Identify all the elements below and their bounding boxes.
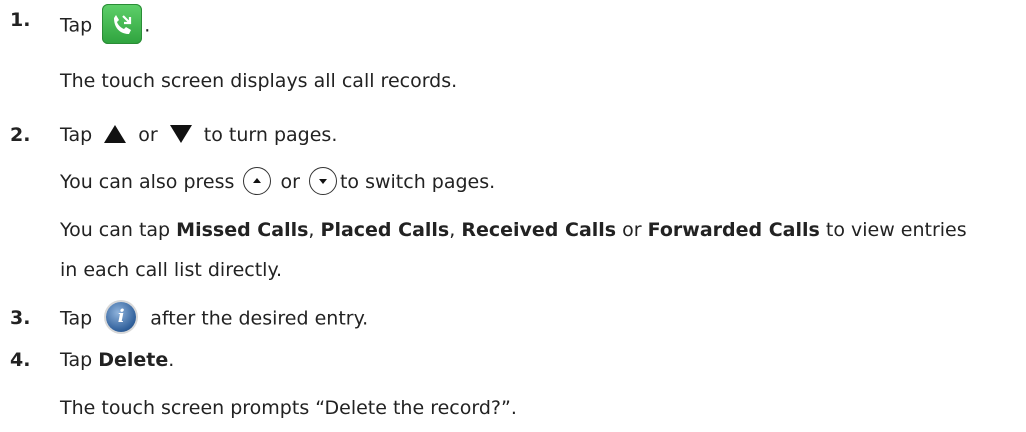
step-text: or: [622, 219, 642, 241]
step-text: Tap: [60, 349, 93, 371]
step-number: 3.: [10, 307, 31, 329]
delete-label: Delete: [98, 349, 169, 371]
step-number: 2.: [10, 124, 31, 146]
down-triangle-icon: [169, 124, 192, 143]
step-2-alt: You can also press or to switch pages.: [60, 166, 496, 197]
step-2-line: Tap or to turn pages.: [60, 121, 337, 149]
step-text: or: [138, 124, 158, 146]
step-text: to switch pages.: [339, 171, 496, 193]
step-text: .: [168, 349, 175, 371]
step-1-note: The touch screen displays all call recor…: [60, 70, 458, 92]
received-calls-label: Received Calls: [461, 219, 617, 241]
step-text: to view entries: [825, 219, 967, 241]
down-key-icon: [308, 166, 337, 195]
step-text: Tap: [60, 14, 93, 37]
call-history-icon: [102, 4, 143, 44]
forwarded-calls-label: Forwarded Calls: [647, 219, 820, 241]
placed-calls-label: Placed Calls: [320, 219, 450, 241]
step-1-line: Tap .: [60, 4, 151, 46]
step-number: 4.: [10, 349, 31, 371]
step-4-note: The touch screen prompts “Delete the rec…: [60, 397, 517, 419]
step-text: after the desired entry.: [150, 307, 369, 330]
step-2-tip: You can tap Missed Calls, Placed Calls, …: [60, 216, 967, 244]
info-icon: i: [106, 302, 137, 332]
step-text: ,: [449, 219, 456, 241]
step-4-line: Tap Delete.: [60, 346, 174, 374]
step-text: You can tap: [60, 219, 171, 241]
step-3-line: Tap i after the desired entry.: [60, 302, 369, 334]
step-2-tip-cont: in each call list directly.: [60, 259, 283, 281]
step-text: .: [144, 14, 151, 37]
up-triangle-icon: [104, 124, 127, 143]
step-text: ,: [308, 219, 315, 241]
step-text: to turn pages.: [203, 124, 338, 146]
step-text: Tap: [60, 124, 93, 146]
step-text: Tap: [60, 307, 93, 330]
step-number: 1.: [10, 9, 31, 31]
step-text: or: [280, 171, 300, 193]
step-text: You can also press: [60, 171, 235, 193]
up-key-icon: [243, 166, 272, 195]
missed-calls-label: Missed Calls: [176, 219, 309, 241]
